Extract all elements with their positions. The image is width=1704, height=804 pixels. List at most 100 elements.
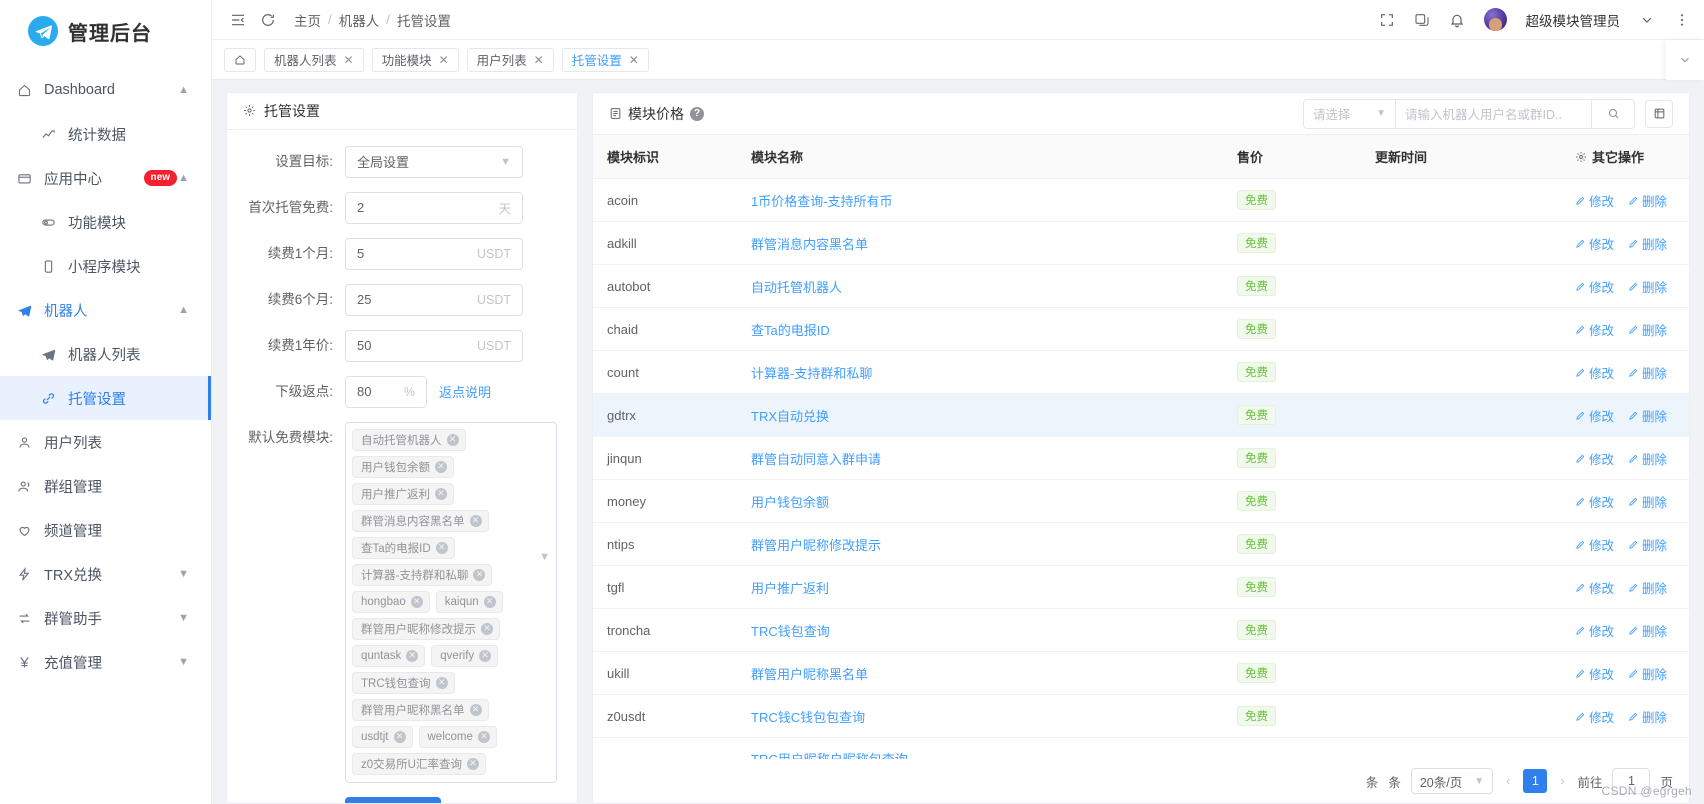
edit-button[interactable]: 修改 [1575, 707, 1614, 726]
module-tag[interactable]: 查Ta的电报ID✕ [352, 537, 455, 559]
sidebar-item-statistics[interactable]: 统计数据 [0, 112, 211, 156]
cell-name[interactable]: 计算器-支持群和私聊 [751, 366, 872, 381]
table-row[interactable]: chaid查Ta的电报ID免费修改删除 [593, 308, 1689, 351]
edit-button[interactable]: 修改 [1575, 578, 1614, 597]
delete-button[interactable]: 删除 [1628, 492, 1667, 511]
cell-name[interactable]: 查Ta的电报ID [751, 323, 830, 338]
close-icon[interactable]: ✕ [436, 542, 448, 554]
close-icon[interactable]: ✕ [439, 53, 449, 67]
save-button[interactable]: 更新设置 [345, 797, 441, 803]
fullscreen-icon[interactable] [1379, 12, 1395, 28]
close-icon[interactable]: ✕ [411, 596, 423, 608]
close-icon[interactable]: ✕ [394, 731, 406, 743]
page-number-1[interactable]: 1 [1523, 769, 1547, 793]
edit-button[interactable]: 修改 [1575, 492, 1614, 511]
tab-home-button[interactable] [224, 48, 256, 72]
delete-button[interactable]: 删除 [1628, 234, 1667, 253]
delete-button[interactable]: 删除 [1628, 535, 1667, 554]
renew-1year-input[interactable]: 50 USDT [345, 330, 523, 362]
cell-name[interactable]: 自动托管机器人 [751, 280, 842, 295]
sidebar-item-dashboard[interactable]: Dashboard ▲ [0, 68, 211, 112]
tab-user-list[interactable]: 用户列表 ✕ [467, 48, 554, 72]
menu-fold-icon[interactable] [230, 12, 246, 28]
table-row[interactable]: tgfl用户推广返利免费修改删除 [593, 566, 1689, 609]
breadcrumb-item[interactable]: 主页 [294, 10, 321, 30]
close-icon[interactable]: ✕ [470, 515, 482, 527]
close-icon[interactable]: ✕ [481, 623, 493, 635]
module-tag[interactable]: hongbao✕ [352, 591, 430, 613]
table-row[interactable]: ukill群管用户昵称黑名单免费修改删除 [593, 652, 1689, 695]
avatar[interactable] [1484, 8, 1507, 31]
rebate-input[interactable]: 80 % [345, 376, 427, 408]
cell-name[interactable]: 群管用户昵称黑名单 [751, 667, 868, 682]
sidebar-item-user-list[interactable]: 用户列表 [0, 420, 211, 464]
cell-name[interactable]: 群管用户昵称修改提示 [751, 538, 881, 553]
user-name[interactable]: 超级模块管理员 [1526, 10, 1621, 30]
cell-name[interactable]: 用户推广返利 [751, 581, 829, 596]
table-row[interactable]: tronchaTRC钱包查询免费修改删除 [593, 609, 1689, 652]
sidebar-item-miniprogram-module[interactable]: 小程序模块 [0, 244, 211, 288]
module-tag[interactable]: 用户推广返利✕ [352, 483, 454, 505]
search-button[interactable] [1591, 99, 1635, 129]
sidebar-item-function-module[interactable]: 功能模块 [0, 200, 211, 244]
cell-name[interactable]: 群管自动同意入群申请 [751, 452, 881, 467]
sidebar-item-robot-list[interactable]: 机器人列表 [0, 332, 211, 376]
theme-icon[interactable] [1414, 12, 1430, 28]
table-row[interactable]: TRC用户昵称户昵称包查询 [593, 738, 1689, 760]
chevron-down-icon[interactable] [1639, 12, 1655, 28]
search-input[interactable]: 请输入机器人用户名或群ID.. [1395, 99, 1591, 129]
renew-1month-input[interactable]: 5 USDT [345, 238, 523, 270]
edit-button[interactable]: 修改 [1575, 191, 1614, 210]
edit-button[interactable]: 修改 [1575, 535, 1614, 554]
next-page-button[interactable]: › [1557, 774, 1567, 788]
cell-name[interactable]: 群管消息内容黑名单 [751, 237, 868, 252]
table-row[interactable]: acoin1币价格查询-支持所有币免费修改删除 [593, 179, 1689, 222]
bell-icon[interactable] [1449, 12, 1465, 28]
free-modules-tag-select[interactable]: 自动托管机器人✕ 用户钱包余额✕ 用户推广返利✕ 群管消息内容黑名单✕ 查Ta的… [345, 422, 557, 783]
prev-page-button[interactable]: ‹ [1503, 774, 1513, 788]
tab-robot-list[interactable]: 机器人列表 ✕ [264, 48, 364, 72]
sidebar-item-appcenter[interactable]: 应用中心 new ▲ [0, 156, 211, 200]
table-row[interactable]: gdtrxTRX自动兑换免费修改删除 [593, 394, 1689, 437]
close-icon[interactable]: ✕ [436, 677, 448, 689]
more-vertical-icon[interactable] [1674, 12, 1690, 28]
edit-button[interactable]: 修改 [1575, 320, 1614, 339]
close-icon[interactable]: ✕ [467, 758, 479, 770]
close-icon[interactable]: ✕ [534, 53, 544, 67]
delete-button[interactable]: 删除 [1628, 664, 1667, 683]
table-row[interactable]: z0usdtTRC钱C钱包包查询免费修改删除 [593, 695, 1689, 738]
tab-hosting-settings[interactable]: 托管设置 ✕ [562, 48, 649, 72]
module-tag[interactable]: 用户钱包余额✕ [352, 456, 454, 478]
edit-button[interactable]: 修改 [1575, 621, 1614, 640]
delete-button[interactable]: 删除 [1628, 621, 1667, 640]
question-icon[interactable]: ? [690, 107, 704, 121]
module-tag[interactable]: qverify✕ [431, 645, 498, 667]
edit-button[interactable]: 修改 [1575, 277, 1614, 296]
close-icon[interactable]: ✕ [435, 461, 447, 473]
cell-name[interactable]: TRC钱C钱包包查询 [751, 710, 865, 725]
delete-button[interactable]: 删除 [1628, 320, 1667, 339]
module-tag[interactable]: 自动托管机器人✕ [352, 429, 466, 451]
close-icon[interactable]: ✕ [447, 434, 459, 446]
cell-name[interactable]: 1币价格查询-支持所有币 [751, 194, 893, 209]
edit-button[interactable]: 修改 [1575, 234, 1614, 253]
delete-button[interactable]: 删除 [1628, 707, 1667, 726]
delete-button[interactable]: 删除 [1628, 277, 1667, 296]
sidebar-item-robot[interactable]: 机器人 ▲ [0, 288, 211, 332]
module-tag[interactable]: z0交易所U汇率查询✕ [352, 753, 486, 775]
close-icon[interactable]: ✕ [470, 704, 482, 716]
module-tag[interactable]: welcome✕ [419, 726, 497, 748]
close-icon[interactable]: ✕ [406, 650, 418, 662]
edit-button[interactable]: 修改 [1575, 363, 1614, 382]
module-tag[interactable]: 计算器-支持群和私聊✕ [352, 564, 492, 586]
table-row[interactable]: autobot自动托管机器人免费修改删除 [593, 265, 1689, 308]
page-size-select[interactable]: 20条/页 ▼ [1411, 768, 1493, 794]
close-icon[interactable]: ✕ [484, 596, 496, 608]
delete-button[interactable]: 删除 [1628, 363, 1667, 382]
cell-name[interactable]: TRX自动兑换 [751, 409, 829, 424]
export-button[interactable] [1645, 100, 1673, 128]
target-select[interactable]: 全局设置 ▼ [345, 146, 523, 178]
table-row[interactable]: money用户钱包余额免费修改删除 [593, 480, 1689, 523]
filter-select[interactable]: 请选择 ▼ [1303, 99, 1395, 129]
renew-6month-input[interactable]: 25 USDT [345, 284, 523, 316]
